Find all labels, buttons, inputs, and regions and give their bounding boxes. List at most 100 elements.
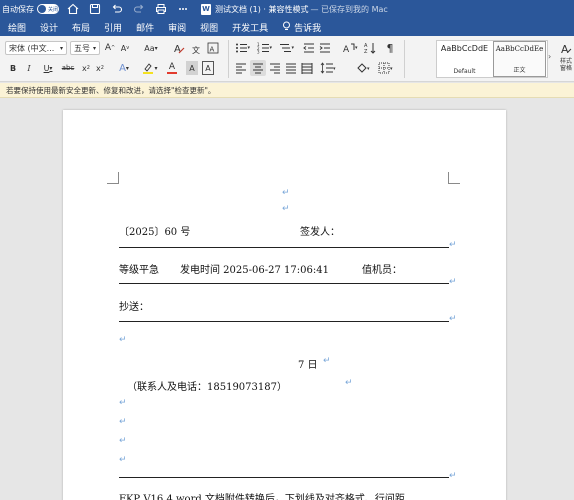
shading-icon[interactable]: ▾ bbox=[354, 61, 374, 75]
bold-label: B bbox=[9, 63, 17, 73]
text-effects-label: A bbox=[119, 62, 126, 74]
tab-view[interactable]: 视图 bbox=[193, 18, 225, 36]
clear-formatting-icon[interactable]: A bbox=[172, 41, 186, 55]
char-shading-label: A bbox=[189, 63, 195, 73]
svg-text:▾: ▾ bbox=[248, 45, 251, 51]
save-icon[interactable] bbox=[87, 1, 103, 17]
tell-me-label: 告诉我 bbox=[294, 23, 322, 34]
title-bar: 自动保存 关闭 W 测试文档 (1) · 兼容性模式 — 已保存到我的 Mac bbox=[0, 0, 574, 18]
ribbon-divider bbox=[228, 40, 229, 78]
home-icon[interactable] bbox=[65, 1, 81, 17]
contact-info: （联系人及电话：18519073187） bbox=[127, 382, 287, 393]
styles-gallery: AaBbCcDdE Default AaBbCcDdEe 正文 bbox=[436, 40, 548, 78]
font-color-button[interactable]: A bbox=[162, 61, 182, 75]
numbering-icon[interactable]: 1 2 3 ▾ bbox=[256, 41, 274, 55]
styles-pane-icon: A bbox=[561, 43, 572, 56]
decrease-indent-icon[interactable] bbox=[302, 41, 316, 55]
tab-design[interactable]: 设计 bbox=[33, 18, 65, 36]
paragraph-mark: ↵ bbox=[119, 436, 127, 446]
svg-text:A: A bbox=[343, 45, 350, 54]
day-text: 7 日 bbox=[298, 360, 318, 371]
print-icon[interactable] bbox=[153, 1, 169, 17]
paragraph-mark: ↵ bbox=[345, 378, 353, 388]
styles-pane-button[interactable]: A 样式窗格 bbox=[558, 42, 574, 72]
sort-icon[interactable]: AZ bbox=[363, 41, 377, 55]
svg-text:▾: ▾ bbox=[292, 45, 295, 51]
font-name-value: 宋体 (中文... bbox=[9, 43, 55, 53]
document-title: W 测试文档 (1) · 兼容性模式 — 已保存到我的 Mac bbox=[201, 3, 388, 15]
tab-references[interactable]: 引用 bbox=[97, 18, 129, 36]
tab-review[interactable]: 审阅 bbox=[161, 18, 193, 36]
autosave-label: 自动保存 bbox=[2, 4, 34, 14]
style-default[interactable]: AaBbCcDdE Default bbox=[438, 41, 491, 77]
redo-icon[interactable] bbox=[131, 1, 147, 17]
save-status: — 已保存到我的 Mac bbox=[310, 4, 388, 14]
more-styles-button[interactable]: › bbox=[548, 52, 551, 61]
document-page[interactable]: ↵ ↵ 〔2025〕60 号 签发人： ↵ 等级平急 发电时间 2025-06-… bbox=[63, 110, 506, 500]
tab-draw[interactable]: 绘图 bbox=[0, 18, 33, 36]
chevron-down-icon: ▾ bbox=[59, 44, 63, 52]
highlight-color-button[interactable]: ▾ bbox=[140, 61, 160, 75]
svg-text:▾: ▾ bbox=[367, 66, 370, 72]
font-size-select[interactable]: 五号 ▾ bbox=[70, 41, 100, 55]
phonetic-guide-icon[interactable]: 文 bbox=[190, 41, 204, 55]
char-border-label: A bbox=[205, 63, 211, 73]
update-notice-bar: 若要保持使用最新安全更新、修复和改进，请选择"检查更新"。 bbox=[0, 83, 574, 98]
more-icon[interactable] bbox=[175, 1, 191, 17]
justify-icon[interactable] bbox=[284, 61, 298, 75]
font-name-select[interactable]: 宋体 (中文... ▾ bbox=[5, 41, 67, 55]
strikethrough-button[interactable]: abc bbox=[60, 61, 76, 75]
svg-text:▾: ▾ bbox=[270, 45, 273, 51]
paragraph-mark: ↵ bbox=[449, 240, 457, 250]
footer-body-text: FKP V16.4 word 文档附件转换后，下划线及对齐格式、行间距 bbox=[119, 494, 405, 500]
crop-mark-top-right bbox=[448, 172, 460, 184]
change-case-button[interactable]: Aa ▾ bbox=[140, 41, 162, 55]
subscript-button[interactable]: x2 bbox=[80, 61, 92, 75]
line-spacing-icon[interactable]: ▾ bbox=[318, 61, 338, 75]
style-normal[interactable]: AaBbCcDdEe 正文 bbox=[492, 41, 546, 77]
tab-mailings[interactable]: 邮件 bbox=[129, 18, 161, 36]
paragraph-mark: ↵ bbox=[449, 314, 457, 324]
cc-label: 抄送： bbox=[119, 302, 149, 313]
styles-pane-label: 样式窗格 bbox=[559, 58, 572, 72]
crop-mark-top-left bbox=[107, 172, 119, 184]
enclosed-char-icon[interactable]: A bbox=[206, 41, 220, 55]
grow-font-button[interactable]: A ^ bbox=[103, 41, 117, 55]
undo-icon[interactable] bbox=[109, 1, 125, 17]
autosave-toggle[interactable]: 关闭 bbox=[37, 4, 59, 14]
toggle-knob bbox=[38, 5, 46, 13]
text-effects-button[interactable]: A ▾ bbox=[114, 61, 134, 75]
distributed-icon[interactable] bbox=[300, 61, 314, 75]
bold-button[interactable]: B bbox=[6, 61, 20, 75]
shrink-font-button[interactable]: Av bbox=[118, 41, 132, 55]
align-right-icon[interactable] bbox=[268, 61, 282, 75]
multilevel-list-icon[interactable]: ▾ bbox=[278, 41, 296, 55]
align-center-icon[interactable] bbox=[250, 60, 266, 76]
increase-indent-icon[interactable] bbox=[318, 41, 332, 55]
style-name: 正文 bbox=[513, 67, 526, 74]
superscript-button[interactable]: x2 bbox=[94, 61, 106, 75]
tab-layout[interactable]: 布局 bbox=[65, 18, 97, 36]
char-border-button[interactable]: A bbox=[202, 61, 214, 75]
align-left-icon[interactable] bbox=[234, 61, 248, 75]
underline-button[interactable]: U ▾ bbox=[38, 61, 58, 75]
font-color-label: A bbox=[168, 62, 176, 72]
show-formatting-marks-icon[interactable]: ¶ bbox=[383, 41, 397, 55]
svg-text:A: A bbox=[561, 43, 569, 56]
font-size-value: 五号 bbox=[74, 43, 90, 53]
lightbulb-icon bbox=[282, 21, 291, 34]
doc-number: 〔2025〕60 号 bbox=[119, 227, 191, 238]
paragraph-mark: ↵ bbox=[282, 204, 290, 214]
chinese-layout-icon[interactable]: A ▾ bbox=[342, 41, 360, 55]
tab-tell-me[interactable]: 告诉我 bbox=[275, 18, 328, 36]
bullets-icon[interactable]: ▾ bbox=[234, 41, 252, 55]
char-shading-button[interactable]: A bbox=[186, 61, 198, 75]
style-sample: AaBbCcDdEe bbox=[495, 45, 544, 53]
svg-text:▾: ▾ bbox=[333, 66, 336, 72]
svg-text:3: 3 bbox=[257, 50, 260, 55]
tab-developer[interactable]: 开发工具 bbox=[225, 18, 275, 36]
svg-text:▾: ▾ bbox=[390, 66, 393, 72]
italic-button[interactable]: I bbox=[22, 61, 36, 75]
borders-icon[interactable]: ▾ bbox=[376, 61, 396, 75]
ribbon: 宋体 (中文... ▾ 五号 ▾ A ^ Av Aa ▾ A 文 A ▾ 1 2 3 ▾ … bbox=[0, 36, 574, 82]
